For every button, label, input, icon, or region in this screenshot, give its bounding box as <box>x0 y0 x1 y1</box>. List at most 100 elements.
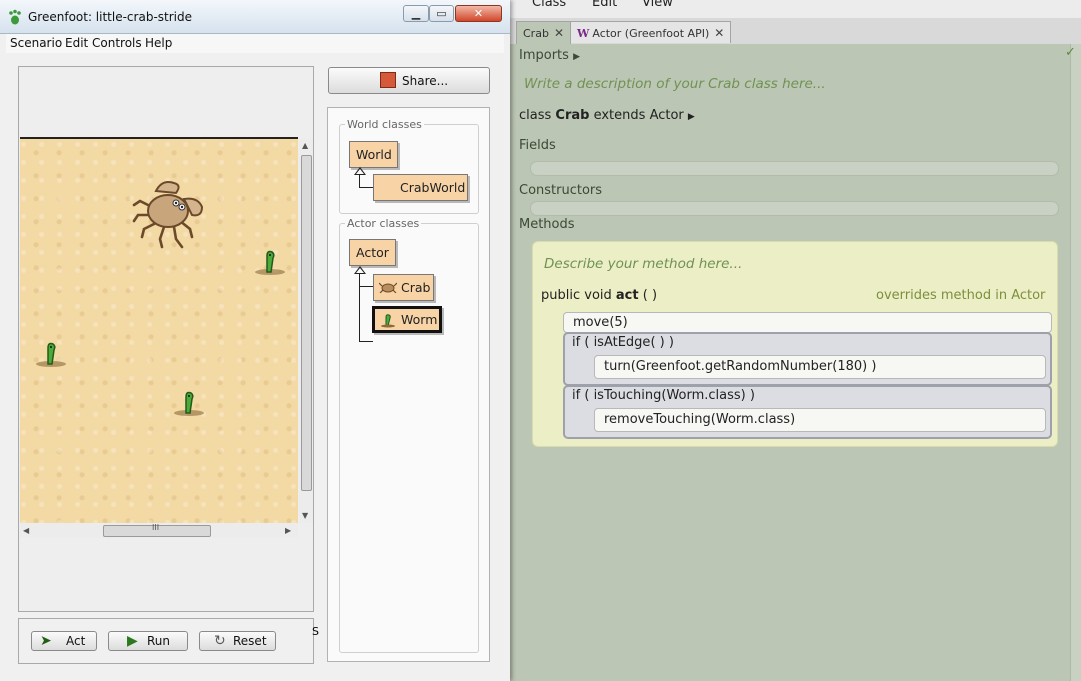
worm-icon <box>381 314 395 328</box>
worm-actor[interactable] <box>34 338 68 368</box>
move-statement[interactable]: move(5) <box>563 312 1052 333</box>
fields-label: Fields <box>519 138 556 153</box>
class-worm[interactable]: Worm <box>372 306 442 333</box>
greenfoot-window: Greenfoot: little-crab-stride ▁ ▭ ✕ Scen… <box>0 0 510 681</box>
fields-slot[interactable] <box>530 161 1059 176</box>
speed-label: S <box>312 625 319 638</box>
tab-crab-label: Crab <box>523 27 549 40</box>
check-icon: ✓ <box>1065 45 1076 60</box>
window-title: Greenfoot: little-crab-stride <box>28 10 192 24</box>
act-button[interactable]: ➤ Act <box>31 631 97 651</box>
method-signature: public void act ( ) <box>541 288 657 303</box>
act-icon: ➤ <box>40 633 52 649</box>
class-world-label: World <box>356 147 392 162</box>
menu-class[interactable]: Class <box>532 0 566 10</box>
run-button[interactable]: ▶ Run <box>108 631 188 651</box>
api-doc-icon: W <box>577 27 590 40</box>
if-touching-header: if ( isTouching(Worm.class) ) <box>572 388 755 403</box>
share-label: Share... <box>402 74 449 88</box>
crab-icon <box>379 282 397 293</box>
inheritance-arrow-icon <box>354 266 366 274</box>
worm-actor[interactable] <box>253 246 287 276</box>
class-description[interactable]: Write a description of your Crab class h… <box>524 76 826 92</box>
constructors-slot[interactable] <box>530 201 1059 216</box>
method-params[interactable]: ( ) <box>643 288 657 303</box>
world-panel: ▲ ▼ ◀ III ▶ <box>18 66 314 612</box>
method-modifiers: public void <box>541 288 612 303</box>
class-declaration: class Crab extends Actor ▶ <box>519 108 695 123</box>
inherit-line <box>359 286 373 287</box>
imports-label: Imports <box>519 48 569 63</box>
close-icon[interactable]: ✕ <box>714 26 724 40</box>
if-statement-edge[interactable]: if ( isAtEdge( ) ) turn(Greenfoot.getRan… <box>563 332 1052 386</box>
scroll-thumb[interactable] <box>301 155 312 491</box>
class-name: Crab <box>555 108 590 123</box>
scroll-up-icon[interactable]: ▲ <box>302 141 308 150</box>
play-icon: ▶ <box>127 633 138 649</box>
menu-edit[interactable]: Edit <box>592 0 617 10</box>
tab-actor-api[interactable]: W Actor (Greenfoot API) ✕ <box>570 21 732 43</box>
world-classes-title: World classes <box>345 118 424 131</box>
condition-name[interactable]: isTouching <box>594 388 662 403</box>
act-label: Act <box>66 634 86 648</box>
reset-button[interactable]: ↻ Reset <box>199 631 276 651</box>
worm-actor[interactable] <box>172 387 206 417</box>
inherit-line <box>359 175 360 187</box>
remove-touching-args: (Worm.class) <box>710 412 796 427</box>
menu-view[interactable]: View <box>642 0 673 10</box>
code-area[interactable]: Imports ▶ Write a description of your Cr… <box>508 44 1070 681</box>
class-actor[interactable]: Actor <box>349 239 396 266</box>
imports-toggle[interactable]: Imports ▶ <box>519 48 580 63</box>
world-vertical-scrollbar[interactable]: ▲ ▼ <box>299 139 313 523</box>
class-crabworld[interactable]: CrabWorld <box>373 174 468 201</box>
tab-crab[interactable]: Crab ✕ <box>516 21 571 45</box>
if-keyword: if <box>572 388 581 403</box>
menu-controls[interactable]: Controls <box>92 36 142 50</box>
menu-help[interactable]: Help <box>145 36 172 50</box>
inherit-line <box>359 187 373 188</box>
condition-name[interactable]: isAtEdge <box>594 335 651 350</box>
world-classes-group: World classes World CrabWorld <box>339 118 479 214</box>
crab-actor[interactable] <box>132 177 210 253</box>
close-button[interactable]: ✕ <box>455 5 502 22</box>
close-icon[interactable]: ✕ <box>554 26 564 40</box>
actor-classes-group: Actor classes Actor Crab Worm <box>339 217 479 653</box>
scroll-right-icon[interactable]: ▶ <box>285 526 291 535</box>
execution-controls: ➤ Act ▶ Run ↻ Reset S <box>18 618 319 664</box>
share-icon <box>380 72 396 88</box>
if-statement-touching[interactable]: if ( isTouching(Worm.class) ) removeTouc… <box>563 385 1052 439</box>
crab-world[interactable] <box>20 139 298 523</box>
editor-scrollbar[interactable] <box>1070 44 1081 681</box>
remove-touching-statement[interactable]: removeTouching(Worm.class) <box>594 408 1046 432</box>
move-args: (5) <box>609 315 628 330</box>
class-crab[interactable]: Crab <box>373 274 434 301</box>
constructors-label: Constructors <box>519 183 603 198</box>
expand-triangle-icon[interactable]: ▶ <box>688 112 695 122</box>
greenfoot-logo-icon <box>9 9 21 25</box>
parent-class[interactable]: Actor <box>650 108 684 123</box>
menu-scenario[interactable]: Scenario <box>10 36 62 50</box>
world-horizontal-scrollbar[interactable]: ◀ III ▶ <box>20 523 298 538</box>
methods-label: Methods <box>519 217 575 232</box>
editor-menubar: Class Edit View <box>508 0 1081 18</box>
method-act[interactable]: Describe your method here... public void… <box>532 241 1058 447</box>
class-crabworld-label: CrabWorld <box>400 180 466 195</box>
scroll-thumb[interactable]: III <box>103 523 211 537</box>
class-actor-label: Actor <box>356 245 389 260</box>
menu-edit[interactable]: Edit <box>65 36 88 50</box>
scroll-left-icon[interactable]: ◀ <box>23 526 29 535</box>
inherit-line <box>359 274 360 341</box>
move-name: move <box>573 315 610 330</box>
minimize-button[interactable]: ▁ <box>403 5 429 22</box>
method-name[interactable]: act <box>616 288 639 303</box>
turn-statement[interactable]: turn(Greenfoot.getRandomNumber(180) ) <box>594 355 1046 379</box>
maximize-button[interactable]: ▭ <box>429 5 454 22</box>
class-world[interactable]: World <box>349 141 398 168</box>
title-bar[interactable]: Greenfoot: little-crab-stride ▁ ▭ ✕ <box>0 0 510 34</box>
inherit-line <box>359 341 373 342</box>
method-description[interactable]: Describe your method here... <box>544 256 742 272</box>
scroll-down-icon[interactable]: ▼ <box>302 511 308 520</box>
inheritance-arrow-icon <box>354 167 366 175</box>
share-button[interactable]: Share... <box>328 67 490 94</box>
class-keyword: class <box>519 108 552 123</box>
